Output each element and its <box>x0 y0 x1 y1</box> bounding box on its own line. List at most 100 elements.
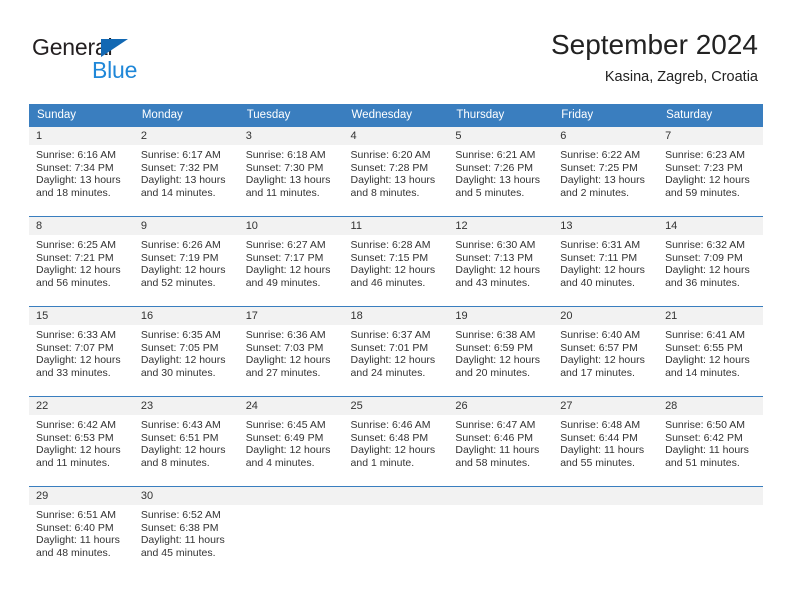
sunset-text: Sunset: 7:26 PM <box>455 161 534 174</box>
day-cell[interactable]: 7 Sunrise: 6:23 AM Sunset: 7:23 PM Daylight… <box>658 126 763 216</box>
sunset-text: Sunset: 6:49 PM <box>245 431 324 444</box>
calendar-cell: 19 Sunrise: 6:38 AM Sunset: 6:59 PM Dayligh… <box>448 306 554 396</box>
general-blue-logo[interactable]: General Blue <box>32 34 212 86</box>
day-sun-info: Sunrise: 6:21 AM Sunset: 7:26 PM Daylight:… <box>448 145 553 199</box>
day-number: 12 <box>448 217 554 235</box>
day-cell[interactable]: 14 Sunrise: 6:32 AM Sunset: 7:09 PM Dayligh… <box>658 216 763 306</box>
day-sun-info: Sunrise: 6:35 AM Sunset: 7:05 PM Daylight:… <box>134 325 239 379</box>
day-number: 1 <box>29 127 134 145</box>
calendar-cell <box>238 486 344 576</box>
daylight-text-line1: Daylight: 12 hours <box>36 354 121 367</box>
day-cell-empty <box>448 486 554 576</box>
day-sun-info <box>658 505 763 509</box>
daylight-text-line1: Daylight: 13 hours <box>455 174 541 187</box>
calendar-week-row: 22 Sunrise: 6:42 AM Sunset: 6:53 PM Dayligh… <box>29 396 763 486</box>
weekday-header-friday: Friday <box>553 104 659 126</box>
day-cell[interactable]: 17 Sunrise: 6:36 AM Sunset: 7:03 PM Dayligh… <box>238 306 344 396</box>
day-sun-info <box>448 505 553 509</box>
sunrise-text: Sunrise: 6:40 AM <box>560 329 641 341</box>
daylight-text-line2: and 11 minutes. <box>245 186 320 199</box>
day-cell[interactable]: 24 Sunrise: 6:45 AM Sunset: 6:49 PM Dayligh… <box>238 396 344 486</box>
day-sun-info <box>344 505 449 509</box>
day-number: 16 <box>133 307 239 325</box>
calendar-week-row: 8 Sunrise: 6:25 AM Sunset: 7:21 PM Daylight… <box>29 216 763 306</box>
daylight-text-line2: and 59 minutes. <box>665 186 740 199</box>
daylight-text-line1: Daylight: 11 hours <box>36 534 120 547</box>
daylight-text-line1: Daylight: 12 hours <box>140 264 226 277</box>
sunset-text: Sunset: 7:13 PM <box>455 251 534 264</box>
day-cell[interactable]: 21 Sunrise: 6:41 AM Sunset: 6:55 PM Dayligh… <box>658 306 763 396</box>
day-cell[interactable]: 15 Sunrise: 6:33 AM Sunset: 7:07 PM Dayligh… <box>29 306 134 396</box>
day-sun-info: Sunrise: 6:41 AM Sunset: 6:55 PM Daylight:… <box>658 325 763 379</box>
sunrise-text: Sunrise: 6:52 AM <box>140 509 221 521</box>
day-cell[interactable]: 13 Sunrise: 6:31 AM Sunset: 7:11 PM Dayligh… <box>553 216 659 306</box>
day-cell[interactable]: 5 Sunrise: 6:21 AM Sunset: 7:26 PM Daylight… <box>448 126 554 216</box>
day-number: 26 <box>448 397 554 415</box>
day-number <box>658 487 763 505</box>
calendar-cell: 29 Sunrise: 6:51 AM Sunset: 6:40 PM Dayligh… <box>29 486 134 576</box>
day-cell[interactable]: 12 Sunrise: 6:30 AM Sunset: 7:13 PM Dayligh… <box>448 216 554 306</box>
daylight-text-line2: and 4 minutes. <box>245 456 315 469</box>
day-cell[interactable]: 29 Sunrise: 6:51 AM Sunset: 6:40 PM Dayligh… <box>29 486 134 576</box>
sunset-text: Sunset: 7:34 PM <box>36 161 114 174</box>
day-cell[interactable]: 20 Sunrise: 6:40 AM Sunset: 6:57 PM Dayligh… <box>553 306 659 396</box>
day-cell[interactable]: 2 Sunrise: 6:17 AM Sunset: 7:32 PM Daylight… <box>133 126 239 216</box>
day-number: 8 <box>29 217 134 235</box>
day-cell[interactable]: 27 Sunrise: 6:48 AM Sunset: 6:44 PM Dayligh… <box>553 396 659 486</box>
day-number: 23 <box>133 397 239 415</box>
day-cell[interactable]: 26 Sunrise: 6:47 AM Sunset: 6:46 PM Dayligh… <box>448 396 554 486</box>
day-sun-info: Sunrise: 6:40 AM Sunset: 6:57 PM Daylight:… <box>553 325 658 379</box>
daylight-text-line1: Daylight: 13 hours <box>350 174 436 187</box>
day-number: 11 <box>343 217 449 235</box>
day-cell[interactable]: 22 Sunrise: 6:42 AM Sunset: 6:53 PM Dayligh… <box>29 396 134 486</box>
day-sun-info: Sunrise: 6:43 AM Sunset: 6:51 PM Daylight:… <box>134 415 239 469</box>
day-cell[interactable]: 10 Sunrise: 6:27 AM Sunset: 7:17 PM Dayligh… <box>238 216 344 306</box>
sunrise-text: Sunrise: 6:42 AM <box>36 419 116 431</box>
daylight-text-line2: and 30 minutes. <box>140 366 216 379</box>
calendar-cell <box>553 486 659 576</box>
calendar-cell <box>658 486 763 576</box>
sunrise-text: Sunrise: 6:21 AM <box>455 149 536 161</box>
day-number: 27 <box>553 397 659 415</box>
day-cell[interactable]: 3 Sunrise: 6:18 AM Sunset: 7:30 PM Daylight… <box>238 126 344 216</box>
day-cell[interactable]: 25 Sunrise: 6:46 AM Sunset: 6:48 PM Dayligh… <box>343 396 449 486</box>
day-cell[interactable]: 18 Sunrise: 6:37 AM Sunset: 7:01 PM Dayligh… <box>343 306 449 396</box>
day-sun-info: Sunrise: 6:22 AM Sunset: 7:25 PM Daylight:… <box>553 145 658 199</box>
sunrise-text: Sunrise: 6:25 AM <box>36 239 116 251</box>
day-cell[interactable]: 11 Sunrise: 6:28 AM Sunset: 7:15 PM Dayligh… <box>343 216 449 306</box>
day-number: 2 <box>133 127 239 145</box>
day-sun-info: Sunrise: 6:30 AM Sunset: 7:13 PM Daylight:… <box>448 235 553 289</box>
daylight-text-line1: Daylight: 12 hours <box>140 444 226 457</box>
daylight-text-line1: Daylight: 12 hours <box>350 444 436 457</box>
day-cell[interactable]: 8 Sunrise: 6:25 AM Sunset: 7:21 PM Daylight… <box>29 216 134 306</box>
day-sun-info: Sunrise: 6:23 AM Sunset: 7:23 PM Daylight:… <box>658 145 763 199</box>
day-number: 20 <box>553 307 659 325</box>
sunset-text: Sunset: 7:05 PM <box>140 341 219 354</box>
day-sun-info: Sunrise: 6:17 AM Sunset: 7:32 PM Daylight:… <box>134 145 239 199</box>
day-cell[interactable]: 9 Sunrise: 6:26 AM Sunset: 7:19 PM Daylight… <box>133 216 239 306</box>
day-cell[interactable]: 23 Sunrise: 6:43 AM Sunset: 6:51 PM Dayligh… <box>133 396 239 486</box>
day-cell-empty <box>343 486 449 576</box>
sunset-text: Sunset: 7:28 PM <box>350 161 429 174</box>
day-cell[interactable]: 19 Sunrise: 6:38 AM Sunset: 6:59 PM Dayligh… <box>448 306 554 396</box>
day-cell[interactable]: 1 Sunrise: 6:16 AM Sunset: 7:34 PM Daylight… <box>29 126 134 216</box>
day-number: 9 <box>133 217 239 235</box>
daylight-text-line1: Daylight: 12 hours <box>560 354 645 367</box>
daylight-text-line1: Daylight: 12 hours <box>140 354 226 367</box>
day-sun-info: Sunrise: 6:31 AM Sunset: 7:11 PM Daylight:… <box>553 235 658 289</box>
daylight-text-line1: Daylight: 11 hours <box>455 444 540 457</box>
day-cell[interactable]: 28 Sunrise: 6:50 AM Sunset: 6:42 PM Dayligh… <box>658 396 763 486</box>
day-cell[interactable]: 6 Sunrise: 6:22 AM Sunset: 7:25 PM Daylight… <box>553 126 659 216</box>
day-cell[interactable]: 16 Sunrise: 6:35 AM Sunset: 7:05 PM Dayligh… <box>133 306 239 396</box>
day-cell[interactable]: 4 Sunrise: 6:20 AM Sunset: 7:28 PM Daylight… <box>343 126 449 216</box>
day-cell-empty <box>553 486 659 576</box>
day-cell[interactable]: 30 Sunrise: 6:52 AM Sunset: 6:38 PM Dayligh… <box>133 486 239 576</box>
sunrise-text: Sunrise: 6:45 AM <box>245 419 326 431</box>
weekday-header-wednesday: Wednesday <box>343 104 449 126</box>
masthead: General Blue September 2024 Kasina, Zagr… <box>0 0 792 100</box>
daylight-text-line2: and 43 minutes. <box>455 276 531 289</box>
daylight-text-line2: and 45 minutes. <box>140 546 216 559</box>
sunrise-text: Sunrise: 6:33 AM <box>36 329 116 341</box>
calendar-cell: 18 Sunrise: 6:37 AM Sunset: 7:01 PM Dayligh… <box>343 306 449 396</box>
day-sun-info: Sunrise: 6:45 AM Sunset: 6:49 PM Daylight:… <box>239 415 344 469</box>
